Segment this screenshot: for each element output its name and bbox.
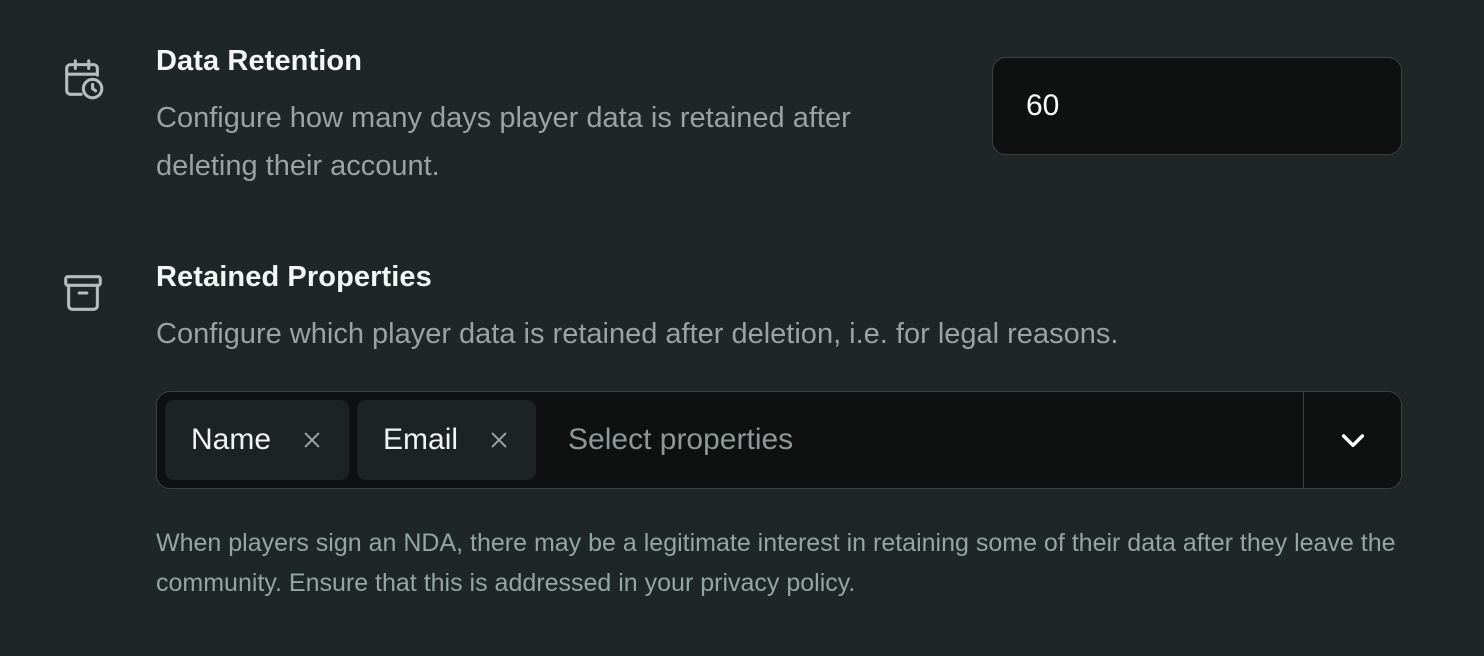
close-icon[interactable] [301, 429, 323, 451]
chevron-down-icon [1341, 434, 1364, 448]
data-retention-description: Configure how many days player data is r… [156, 102, 851, 182]
retention-days-input[interactable] [992, 57, 1402, 155]
helper-text: When players sign an NDA, there may be a… [156, 529, 1396, 597]
properties-search-input[interactable] [536, 392, 1303, 488]
selected-chips: Name Email [157, 392, 537, 488]
retained-properties-title: Retained Properties [156, 261, 432, 293]
archive-icon [60, 270, 106, 316]
chip-label: Email [383, 423, 459, 456]
properties-multiselect[interactable]: Name Email [156, 391, 1402, 489]
dropdown-toggle-button[interactable] [1303, 392, 1401, 488]
chip-name: Name [165, 400, 350, 480]
chip-email: Email [357, 400, 537, 480]
retained-properties-description: Configure which player data is retained … [156, 318, 1119, 350]
settings-page: Data Retention Configure how many days p… [0, 0, 1484, 656]
close-icon[interactable] [488, 429, 510, 451]
calendar-clock-icon [60, 56, 106, 102]
chip-label: Name [191, 423, 272, 456]
data-retention-title: Data Retention [156, 45, 363, 77]
